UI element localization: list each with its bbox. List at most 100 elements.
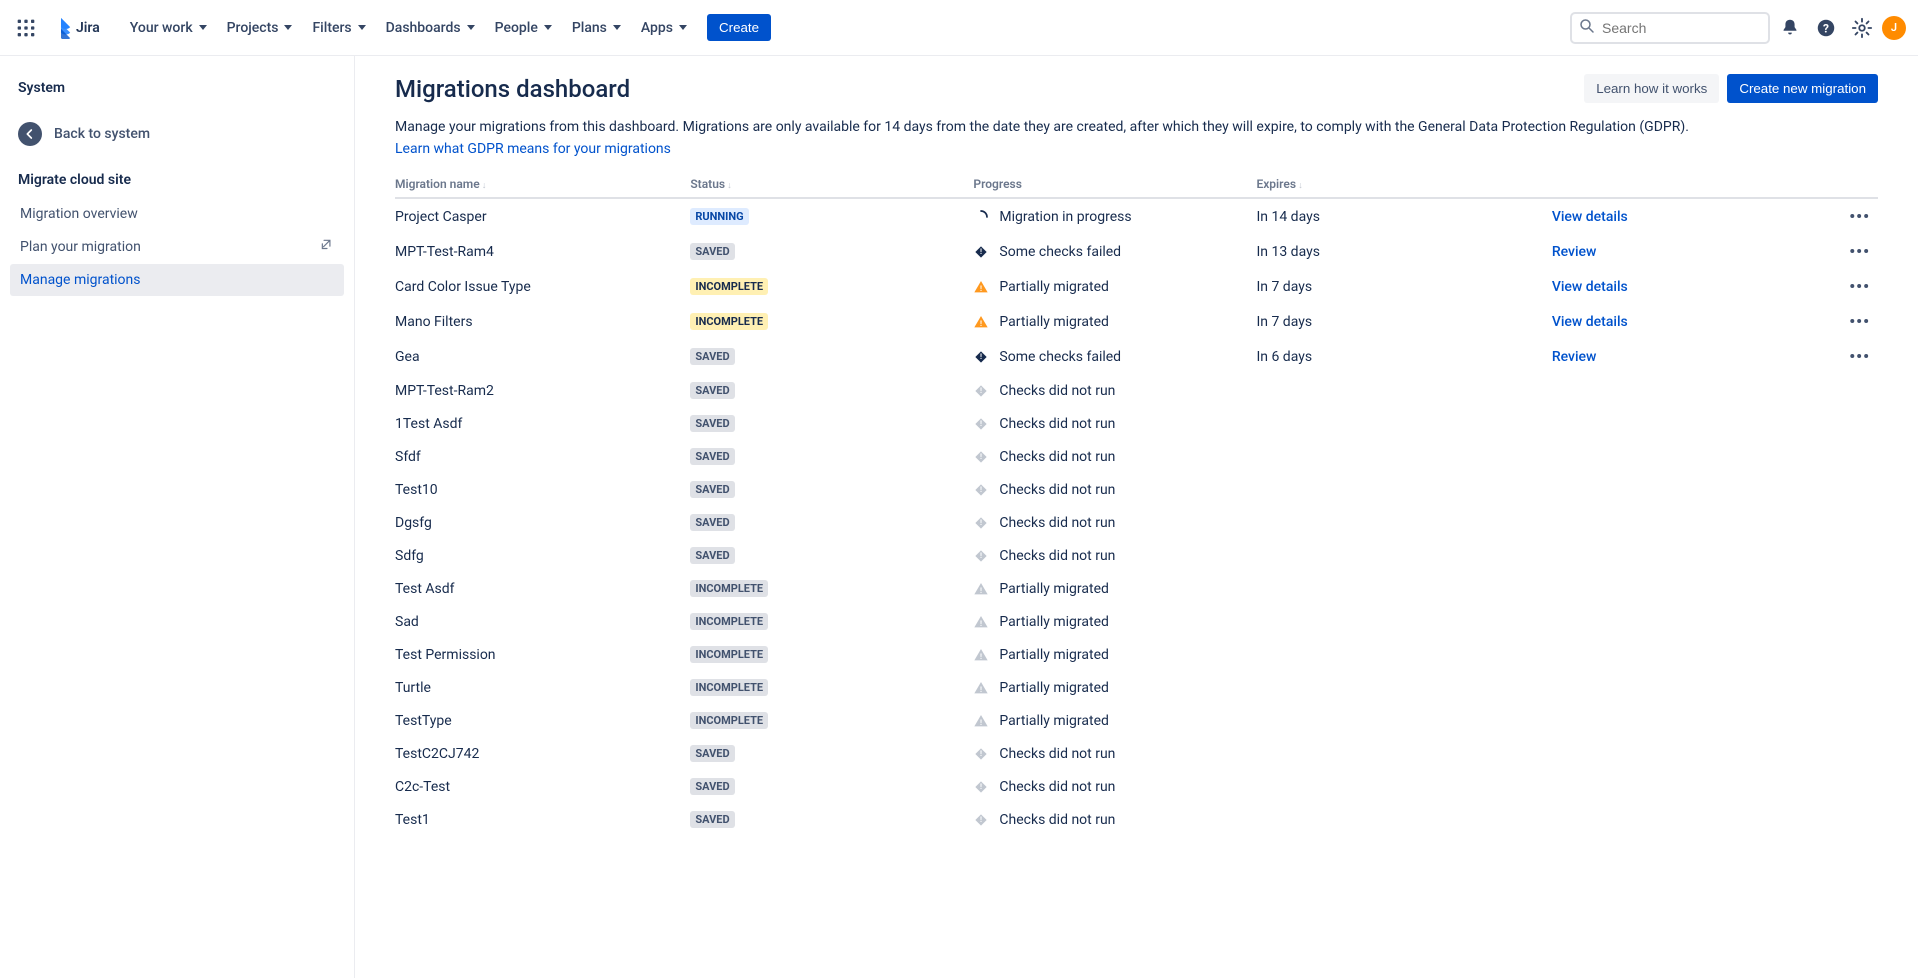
app-switcher-button[interactable] — [12, 14, 40, 42]
more-actions-button[interactable]: ••• — [1849, 207, 1870, 226]
cell-status: SAVED — [690, 770, 973, 803]
cell-action — [1552, 572, 1841, 605]
table-row: DgsfgSAVEDChecks did not run — [395, 506, 1878, 539]
product-name: Jira — [76, 20, 100, 36]
status-badge: RUNNING — [690, 208, 748, 225]
back-to-system-link[interactable]: Back to system — [10, 112, 344, 156]
cell-progress: Checks did not run — [973, 473, 1256, 506]
search-input[interactable] — [1570, 12, 1770, 44]
chevron-down-icon — [358, 25, 366, 30]
sidebar-item-label: Migration overview — [20, 206, 138, 222]
learn-how-button[interactable]: Learn how it works — [1584, 74, 1719, 103]
nav-item-dashboards[interactable]: Dashboards — [378, 14, 483, 42]
chevron-down-icon — [467, 25, 475, 30]
cell-status: SAVED — [690, 473, 973, 506]
cell-menu: ••• — [1841, 304, 1878, 339]
more-actions-button[interactable]: ••• — [1849, 277, 1870, 296]
cell-status: INCOMPLETE — [690, 269, 973, 304]
cell-expires: In 14 days — [1256, 198, 1551, 234]
cell-status: SAVED — [690, 234, 973, 269]
cell-name: 1Test Asdf — [395, 407, 690, 440]
product-logo[interactable]: Jira — [44, 17, 106, 39]
notifications-button[interactable] — [1774, 12, 1806, 44]
migrations-table: Migration name Status Progress Expires P… — [395, 171, 1878, 836]
cell-action: View details — [1552, 198, 1841, 234]
cell-status: SAVED — [690, 803, 973, 836]
cell-action — [1552, 440, 1841, 473]
search-container — [1570, 12, 1770, 44]
cell-menu — [1841, 704, 1878, 737]
help-button[interactable] — [1810, 12, 1842, 44]
status-badge: SAVED — [690, 811, 734, 828]
status-badge: SAVED — [690, 547, 734, 564]
warning-icon — [973, 279, 989, 295]
row-action-link[interactable]: View details — [1552, 209, 1628, 225]
nav-item-plans[interactable]: Plans — [564, 14, 629, 42]
cell-name: Sfdf — [395, 440, 690, 473]
more-actions-button[interactable]: ••• — [1849, 242, 1870, 261]
cell-menu — [1841, 638, 1878, 671]
jira-icon — [50, 17, 72, 39]
nav-item-label: Plans — [572, 20, 607, 36]
page-description: Manage your migrations from this dashboa… — [395, 117, 1878, 137]
sidebar-item-label: Plan your migration — [20, 239, 141, 255]
progress-text: Checks did not run — [999, 383, 1115, 399]
cell-name: TestType — [395, 704, 690, 737]
create-migration-button[interactable]: Create new migration — [1727, 74, 1878, 103]
status-badge: SAVED — [690, 243, 734, 260]
info-diamond-icon — [973, 449, 989, 465]
cell-expires — [1256, 803, 1551, 836]
spinner-icon — [973, 209, 989, 225]
profile-avatar[interactable]: J — [1882, 16, 1906, 40]
table-row: 1Test AsdfSAVEDChecks did not run — [395, 407, 1878, 440]
status-badge: INCOMPLETE — [690, 712, 768, 729]
sidebar-item-manage-migrations[interactable]: Manage migrations — [10, 264, 344, 296]
row-action-link[interactable]: View details — [1552, 279, 1628, 295]
table-row: Test PermissionINCOMPLETEPartially migra… — [395, 638, 1878, 671]
nav-item-projects[interactable]: Projects — [219, 14, 301, 42]
progress-text: Checks did not run — [999, 482, 1115, 498]
warning-icon — [973, 314, 989, 330]
status-badge: INCOMPLETE — [690, 646, 768, 663]
table-row: GeaSAVEDSome checks failedIn 6 daysRevie… — [395, 339, 1878, 374]
gdpr-link[interactable]: Learn what GDPR means for your migration… — [395, 141, 671, 157]
col-header-name[interactable]: Migration name — [395, 171, 690, 198]
status-badge: INCOMPLETE — [690, 613, 768, 630]
more-actions-button[interactable]: ••• — [1849, 347, 1870, 366]
nav-item-filters[interactable]: Filters — [304, 14, 373, 42]
progress-text: Checks did not run — [999, 416, 1115, 432]
nav-item-apps[interactable]: Apps — [633, 14, 695, 42]
nav-item-your-work[interactable]: Your work — [122, 14, 215, 42]
cell-name: Sdfg — [395, 539, 690, 572]
cell-menu: ••• — [1841, 198, 1878, 234]
row-action-link[interactable]: Review — [1552, 349, 1597, 365]
main-content: Migrations dashboard Learn how it works … — [355, 56, 1918, 978]
col-header-status[interactable]: Status — [690, 171, 973, 198]
more-actions-button[interactable]: ••• — [1849, 312, 1870, 331]
sidebar-section-header: Migrate cloud site — [10, 156, 344, 198]
nav-item-people[interactable]: People — [487, 14, 560, 42]
cell-menu — [1841, 374, 1878, 407]
cell-progress: Checks did not run — [973, 440, 1256, 473]
sidebar-item-migration-overview[interactable]: Migration overview — [10, 198, 344, 230]
col-header-expires[interactable]: Expires — [1256, 171, 1551, 198]
progress-text: Partially migrated — [999, 314, 1109, 330]
row-action-link[interactable]: Review — [1552, 244, 1597, 260]
row-action-link[interactable]: View details — [1552, 314, 1628, 330]
cell-name: Dgsfg — [395, 506, 690, 539]
cell-name: Turtle — [395, 671, 690, 704]
col-header-progress: Progress — [973, 171, 1256, 198]
cell-action — [1552, 704, 1841, 737]
progress-text: Checks did not run — [999, 449, 1115, 465]
create-button[interactable]: Create — [707, 14, 771, 41]
sidebar: System Back to system Migrate cloud site… — [0, 56, 355, 978]
nav-item-label: Dashboards — [386, 20, 461, 36]
cell-status: SAVED — [690, 440, 973, 473]
cell-expires: In 6 days — [1256, 339, 1551, 374]
info-diamond-icon — [973, 779, 989, 795]
chevron-down-icon — [544, 25, 552, 30]
status-badge: SAVED — [690, 514, 734, 531]
sidebar-item-plan-your-migration[interactable]: Plan your migration — [10, 230, 344, 264]
settings-button[interactable] — [1846, 12, 1878, 44]
cell-status: RUNNING — [690, 198, 973, 234]
